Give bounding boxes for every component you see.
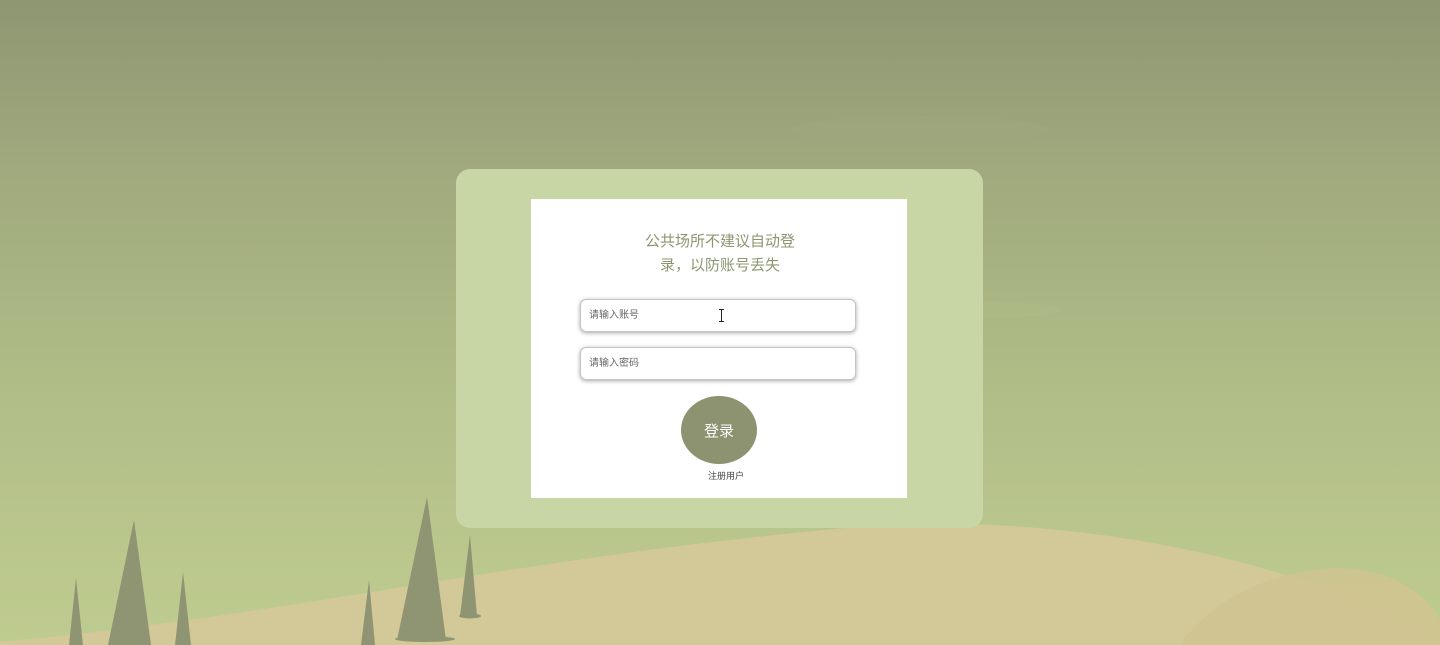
login-card: 公共场所不建议自动登录，以防账号丢失 登录 注册用户 (456, 169, 983, 528)
tree (69, 578, 83, 645)
tree (175, 572, 191, 645)
login-button[interactable]: 登录 (681, 396, 757, 464)
text-cursor-icon (719, 309, 724, 322)
password-input[interactable] (580, 347, 856, 380)
register-link[interactable]: 注册用户 (691, 471, 761, 483)
security-notice: 公共场所不建议自动登录，以防账号丢失 (644, 232, 795, 274)
tree (397, 497, 446, 640)
tree (108, 520, 151, 645)
tree (460, 535, 477, 616)
login-panel: 公共场所不建议自动登录，以防账号丢失 登录 注册用户 (531, 199, 907, 498)
